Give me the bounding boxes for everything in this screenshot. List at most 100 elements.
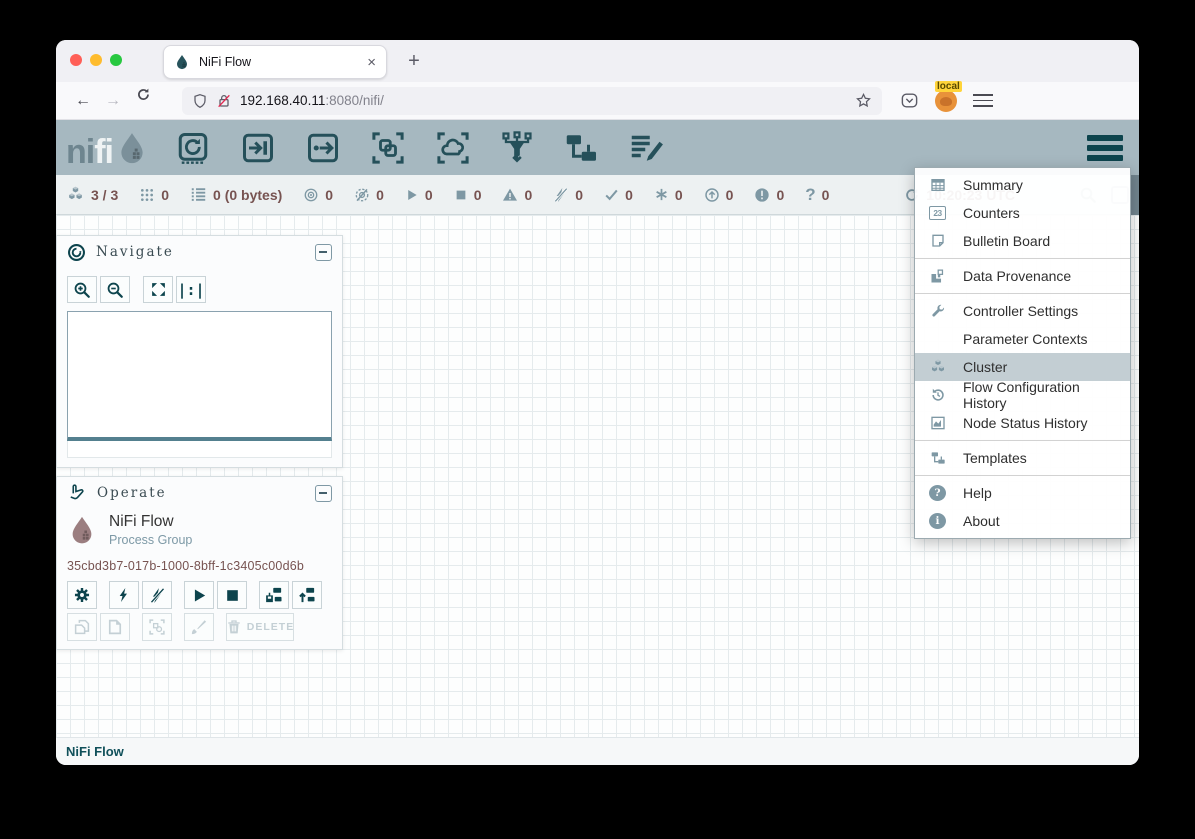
browser-tab[interactable]: NiFi Flow ×	[163, 45, 387, 79]
not-transmitting-icon	[354, 187, 370, 203]
fill-color-button[interactable]	[184, 613, 214, 641]
output-port-icon[interactable]	[305, 130, 341, 166]
menu-item-counters[interactable]: 23Counters	[915, 199, 1130, 227]
pocket-icon[interactable]	[900, 91, 919, 110]
new-tab-button[interactable]: +	[400, 48, 428, 76]
profile-badge: local	[935, 81, 962, 92]
browser-window: NiFi Flow × + ← → 192.168.40.11:8080/nif…	[56, 40, 1139, 765]
invalid-icon	[502, 187, 518, 203]
menu-item-summary[interactable]: Summary	[915, 171, 1130, 199]
transmitting-icon	[303, 187, 319, 203]
processor-icon[interactable]	[175, 130, 211, 166]
paste-button[interactable]	[100, 613, 130, 641]
menu-item-help[interactable]: ?Help	[915, 479, 1130, 507]
birdseye-minimap[interactable]	[67, 311, 332, 441]
zoom-out-button[interactable]	[100, 276, 130, 303]
stale-status: 0	[704, 187, 734, 203]
flow-id: 35cbd3b7-017b-1000-8bff-1c3405c00d6b	[57, 549, 342, 581]
create-template-button[interactable]	[259, 581, 289, 609]
locally-modified-icon	[654, 187, 669, 202]
zoom-actual-size-button[interactable]: |:|	[176, 276, 206, 303]
disable-button[interactable]	[142, 581, 172, 609]
cluster-cubes-icon	[929, 358, 946, 376]
url-path: :8080/nifi/	[325, 93, 384, 108]
menu-item-flow-configuration-history[interactable]: Flow Configuration History	[915, 381, 1130, 409]
disabled-icon	[553, 187, 569, 203]
navigate-panel: Navigate |:|	[56, 235, 343, 468]
insecure-lock-icon[interactable]	[216, 93, 232, 109]
running-status: 0	[405, 187, 433, 203]
template-icon[interactable]	[563, 130, 599, 166]
cluster-status: 3 / 3	[66, 185, 118, 204]
operate-collapse-button[interactable]	[315, 485, 332, 502]
reload-button[interactable]	[128, 87, 158, 115]
nifi-logo: nifi	[66, 128, 149, 168]
remote-process-group-icon[interactable]	[435, 130, 471, 166]
about-icon: i	[929, 513, 946, 529]
address-field[interactable]: 192.168.40.11:8080/nifi/	[182, 87, 882, 115]
zoom-in-button[interactable]	[67, 276, 97, 303]
copy-button[interactable]	[67, 613, 97, 641]
tab-close-icon[interactable]: ×	[367, 54, 376, 71]
configure-button[interactable]	[67, 581, 97, 609]
up-to-date-status: 0	[604, 187, 633, 203]
menu-item-cluster[interactable]: Cluster	[915, 353, 1130, 381]
window-minimize-button[interactable]	[90, 54, 102, 66]
bookmark-star-icon[interactable]	[855, 92, 872, 109]
running-icon	[405, 188, 419, 202]
window-zoom-button[interactable]	[110, 54, 122, 66]
flow-name: NiFi Flow	[109, 513, 192, 531]
group-button[interactable]	[142, 613, 172, 641]
zoom-fit-button[interactable]	[143, 276, 173, 303]
browser-tab-bar: NiFi Flow × +	[56, 40, 1139, 82]
navigate-collapse-button[interactable]	[315, 244, 332, 261]
threads-status: 0	[139, 187, 169, 203]
upload-template-button[interactable]	[292, 581, 322, 609]
global-menu: Summary 23Counters Bulletin Board Data P…	[914, 167, 1131, 539]
process-group-drop-icon	[67, 511, 97, 549]
window-close-button[interactable]	[70, 54, 82, 66]
minimap-footer	[67, 441, 332, 458]
unversioned-status: ?0	[805, 186, 829, 203]
firefox-menu-icon[interactable]	[973, 94, 993, 107]
stale-icon	[704, 187, 720, 203]
process-group-icon[interactable]	[370, 130, 406, 166]
menu-item-controller-settings[interactable]: Controller Settings	[915, 297, 1130, 325]
counters-icon: 23	[929, 206, 946, 220]
templates-icon	[929, 450, 946, 466]
operate-panel: Operate NiFi Flow Process Group 35cbd3b7…	[56, 476, 343, 650]
menu-item-parameter-contexts[interactable]: Parameter Contexts	[915, 325, 1130, 353]
disabled-status: 0	[553, 187, 583, 203]
funnel-icon[interactable]	[500, 130, 534, 166]
sync-failure-status: 0	[754, 187, 784, 203]
menu-item-templates[interactable]: Templates	[915, 444, 1130, 472]
menu-item-node-status-history[interactable]: Node Status History	[915, 409, 1130, 437]
unversioned-icon: ?	[805, 186, 815, 203]
queued-status: 0 (0 bytes)	[190, 186, 282, 203]
nifi-drop-icon	[115, 128, 149, 168]
navigate-compass-icon	[67, 243, 86, 262]
menu-item-about[interactable]: iAbout	[915, 507, 1130, 535]
queued-icon	[190, 186, 207, 203]
up-to-date-icon	[604, 187, 619, 202]
menu-item-data-provenance[interactable]: Data Provenance	[915, 262, 1130, 290]
profile-avatar[interactable]: local	[935, 90, 957, 112]
start-button[interactable]	[184, 581, 214, 609]
enable-button[interactable]	[109, 581, 139, 609]
forward-button[interactable]: →	[98, 87, 128, 115]
back-button[interactable]: ←	[68, 87, 98, 115]
desktop-background: NiFi Flow × + ← → 192.168.40.11:8080/nif…	[0, 0, 1195, 839]
invalid-status: 0	[502, 187, 532, 203]
logo-text-fi: fi	[94, 137, 113, 168]
global-menu-button[interactable]	[1087, 135, 1123, 161]
menu-item-bulletin-board[interactable]: Bulletin Board	[915, 227, 1130, 255]
label-icon[interactable]	[628, 130, 664, 166]
data-provenance-icon	[929, 268, 946, 285]
input-port-icon[interactable]	[240, 130, 276, 166]
stop-button[interactable]	[217, 581, 247, 609]
delete-button[interactable]: DELETE	[226, 613, 294, 641]
not-transmitting-status: 0	[354, 187, 384, 203]
breadcrumb-root[interactable]: NiFi Flow	[66, 744, 124, 759]
transmitting-status: 0	[303, 187, 333, 203]
shield-icon[interactable]	[192, 93, 208, 109]
